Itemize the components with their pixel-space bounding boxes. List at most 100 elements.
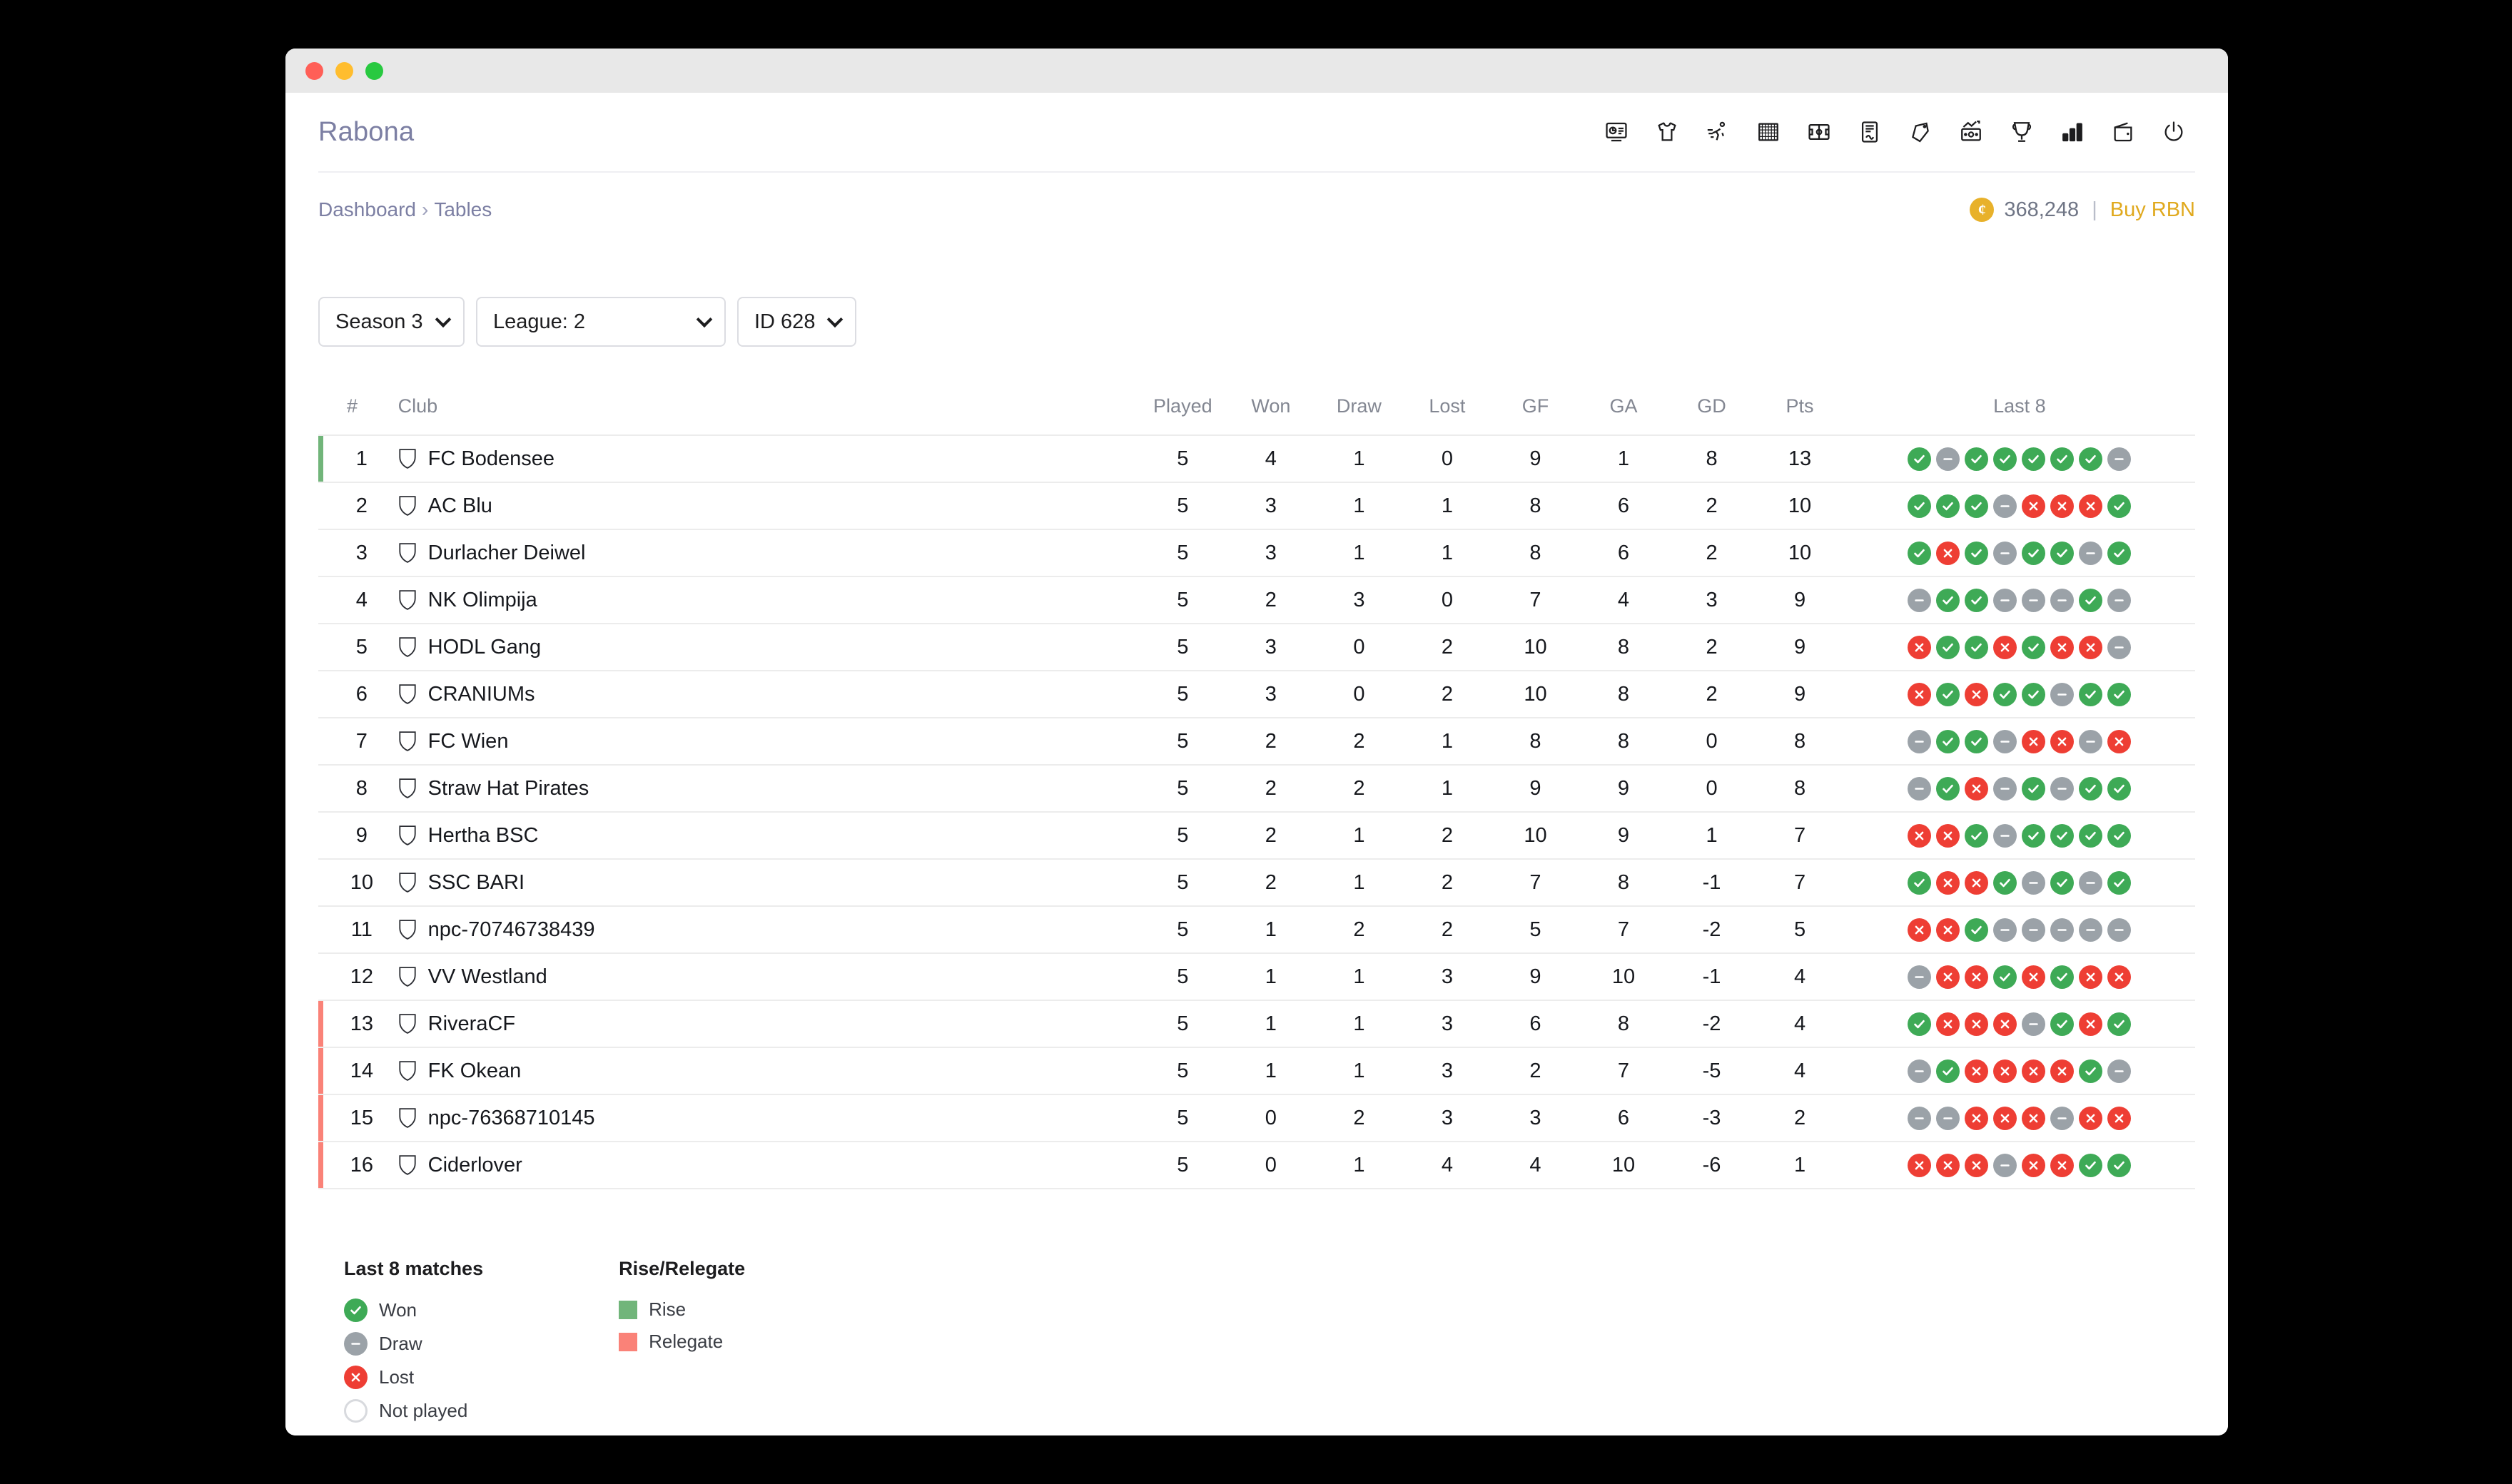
last8-badge-l [2050, 1059, 2075, 1083]
last8-badge-d [1908, 776, 1932, 801]
row-club[interactable]: FC Bodensee [376, 435, 1139, 483]
row-ga: 10 [1579, 1142, 1668, 1189]
row-gf: 10 [1491, 671, 1580, 718]
row-lost: 2 [1403, 671, 1492, 718]
table-row[interactable]: 16 Ciderlover 5 0 1 4 4 10 -6 1 [318, 1142, 2195, 1189]
league-select[interactable]: League: 2 [476, 297, 726, 347]
table-row[interactable]: 13 RiveraCF 5 1 1 3 6 8 -2 4 [318, 1000, 2195, 1048]
row-played: 5 [1138, 624, 1227, 671]
training-icon[interactable] [1703, 118, 1732, 146]
last8-badge-w [2107, 541, 2132, 565]
header-lost[interactable]: Lost [1403, 395, 1492, 436]
header-played[interactable]: Played [1138, 395, 1227, 436]
table-row[interactable]: 7 FC Wien 5 2 2 1 8 8 0 8 [318, 718, 2195, 766]
table-row[interactable]: 8 Straw Hat Pirates 5 2 2 1 9 9 0 8 [318, 765, 2195, 813]
header-ga[interactable]: GA [1579, 395, 1668, 436]
row-draw: 0 [1315, 671, 1404, 718]
breadcrumb-dashboard-link[interactable]: Dashboard [318, 198, 416, 220]
table-row[interactable]: 4 NK Olimpija 5 2 3 0 7 4 3 9 [318, 576, 2195, 624]
header-draw[interactable]: Draw [1315, 395, 1404, 436]
wallet-icon[interactable] [2109, 118, 2137, 146]
row-club[interactable]: SSC BARI [376, 859, 1139, 907]
last8-badge-l [1908, 823, 1932, 848]
pitch-icon[interactable] [1805, 118, 1833, 146]
last8-badge-l [1936, 965, 1960, 989]
row-club[interactable]: VV Westland [376, 953, 1139, 1001]
minimize-window-button[interactable] [335, 61, 353, 80]
goal-net-icon[interactable] [1754, 118, 1783, 146]
table-row[interactable]: 1 FC Bodensee 5 4 1 0 9 1 8 13 [318, 435, 2195, 483]
row-pts: 13 [1756, 435, 1844, 483]
row-club[interactable]: Ciderlover [376, 1142, 1139, 1189]
table-row[interactable]: 3 Durlacher Deiwel 5 3 1 1 8 6 2 10 [318, 529, 2195, 577]
club-name: NK Olimpija [427, 588, 537, 611]
row-won: 2 [1227, 576, 1315, 624]
last8-badge-l [1936, 1153, 1960, 1177]
row-rank: 2 [318, 482, 377, 530]
row-club[interactable]: AC Blu [376, 482, 1139, 530]
row-draw: 2 [1315, 1094, 1404, 1142]
breadcrumb-tables-link[interactable]: Tables [434, 198, 492, 220]
last8-badge-l [2050, 1153, 2075, 1177]
row-club[interactable]: RiveraCF [376, 1000, 1139, 1048]
header-won[interactable]: Won [1227, 395, 1315, 436]
row-club[interactable]: Straw Hat Pirates [376, 765, 1139, 813]
row-club[interactable]: npc-70746738439 [376, 906, 1139, 954]
last8-badge-d [2050, 918, 2075, 942]
row-club[interactable]: CRANIUMs [376, 671, 1139, 718]
table-row[interactable]: 12 VV Westland 5 1 1 3 9 10 -1 4 [318, 953, 2195, 1001]
table-row[interactable]: 9 Hertha BSC 5 2 1 2 10 9 1 7 [318, 812, 2195, 860]
club-name: FC Bodensee [427, 447, 554, 470]
row-club[interactable]: NK Olimpija [376, 576, 1139, 624]
row-club[interactable]: FC Wien [376, 718, 1139, 766]
table-row[interactable]: 11 npc-70746738439 5 1 2 2 5 7 -2 5 [318, 906, 2195, 954]
row-pts: 8 [1756, 718, 1844, 766]
row-draw: 1 [1315, 1142, 1404, 1189]
row-club[interactable]: HODL Gang [376, 624, 1139, 671]
header-club[interactable]: Club [376, 395, 1139, 436]
contract-icon[interactable] [1855, 118, 1884, 146]
transfer-market-icon[interactable] [1957, 118, 1985, 146]
last8-badge-w [1993, 965, 2017, 989]
app-logo[interactable]: Rabona [318, 117, 414, 148]
club-name: CRANIUMs [427, 682, 535, 706]
buy-rbn-link[interactable]: Buy RBN [2110, 198, 2195, 222]
header-gd[interactable]: GD [1667, 395, 1756, 436]
id-select[interactable]: ID 628 [737, 297, 857, 347]
maximize-window-button[interactable] [365, 61, 383, 80]
header-pts[interactable]: Pts [1756, 395, 1844, 436]
table-row[interactable]: 5 HODL Gang 5 3 0 2 10 8 2 9 [318, 624, 2195, 671]
last8-badge-n [344, 1399, 368, 1423]
header-rank[interactable]: # [318, 395, 377, 436]
season-select[interactable]: Season 3 [318, 297, 465, 347]
header-gf[interactable]: GF [1491, 395, 1580, 436]
club-name: HODL Gang [427, 635, 542, 659]
table-row[interactable]: 10 SSC BARI 5 2 1 2 7 8 -1 7 [318, 859, 2195, 907]
table-row[interactable]: 15 npc-76368710145 5 0 2 3 3 6 -3 2 [318, 1094, 2195, 1142]
row-last8 [1843, 576, 2195, 624]
dashboard-icon[interactable] [1602, 118, 1631, 146]
row-club[interactable]: Durlacher Deiwel [376, 529, 1139, 577]
table-row[interactable]: 14 FK Okean 5 1 1 3 2 7 -5 4 [318, 1047, 2195, 1095]
last8-badge-w [2107, 1012, 2132, 1036]
statistics-icon[interactable] [2058, 118, 2087, 146]
last8-badge-d [1993, 729, 2017, 753]
trophy-icon[interactable] [2007, 118, 2036, 146]
header-last8[interactable]: Last 8 [1843, 395, 2195, 436]
row-club[interactable]: Hertha BSC [376, 812, 1139, 860]
legend-item-label: Rise [649, 1298, 687, 1320]
last8-badge-l [2107, 965, 2132, 989]
close-window-button[interactable] [305, 61, 323, 80]
row-rank: 1 [318, 435, 377, 483]
tag-icon[interactable] [1906, 118, 1935, 146]
row-ga: 10 [1579, 953, 1668, 1001]
jersey-icon[interactable] [1653, 118, 1681, 146]
row-club[interactable]: npc-76368710145 [376, 1094, 1139, 1142]
table-row[interactable]: 6 CRANIUMs 5 3 0 2 10 8 2 9 [318, 671, 2195, 718]
power-icon[interactable] [2159, 118, 2188, 146]
row-gd: 2 [1667, 529, 1756, 577]
row-lost: 2 [1403, 624, 1492, 671]
table-row[interactable]: 2 AC Blu 5 3 1 1 8 6 2 10 [318, 482, 2195, 530]
row-club[interactable]: FK Okean [376, 1047, 1139, 1095]
last8-badge-w [2050, 447, 2075, 471]
